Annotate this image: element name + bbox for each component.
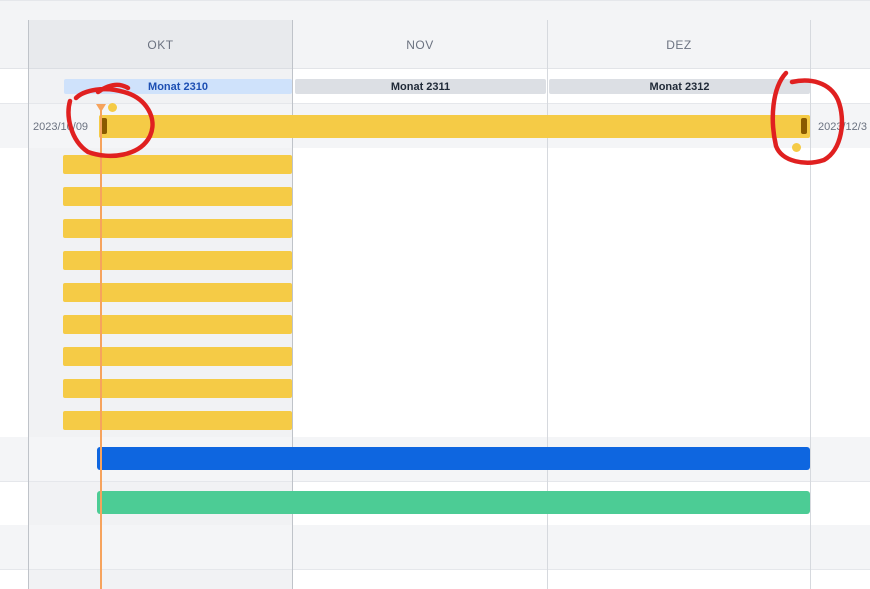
row-divider — [0, 481, 870, 482]
summary-end-date: 2023/12/3 — [818, 121, 867, 133]
grid-line — [810, 20, 811, 589]
month-header-dez: DEZ — [666, 37, 692, 52]
milestone-monat-2311[interactable]: Monat 2311 — [295, 79, 546, 94]
milestone-monat-2312[interactable]: Monat 2312 — [549, 79, 810, 94]
month-header-okt: OKT — [147, 37, 174, 52]
grid-line — [28, 20, 29, 589]
task-bar[interactable] — [63, 315, 292, 334]
link-dot-end[interactable] — [792, 143, 801, 152]
row-divider — [0, 569, 870, 570]
resize-handle-end[interactable] — [801, 118, 807, 134]
task-bar[interactable] — [63, 155, 292, 174]
task-bar[interactable] — [63, 187, 292, 206]
task-bar[interactable] — [63, 379, 292, 398]
summary-bar[interactable] — [99, 115, 810, 138]
task-bar[interactable] — [63, 251, 292, 270]
task-bar-green[interactable] — [97, 491, 810, 514]
summary-start-date: 2023/10/09 — [33, 121, 89, 133]
today-line — [100, 104, 102, 589]
task-bar[interactable] — [63, 219, 292, 238]
task-bar[interactable] — [63, 283, 292, 302]
milestone-monat-2310[interactable]: Monat 2310 — [64, 79, 292, 94]
today-marker-icon — [96, 104, 106, 112]
task-bar[interactable] — [63, 411, 292, 430]
link-dot-start[interactable] — [108, 103, 117, 112]
task-row-empty — [0, 525, 870, 569]
month-header-nov: NOV — [406, 37, 434, 52]
task-bar-blue[interactable] — [97, 447, 810, 470]
task-bar[interactable] — [63, 347, 292, 366]
